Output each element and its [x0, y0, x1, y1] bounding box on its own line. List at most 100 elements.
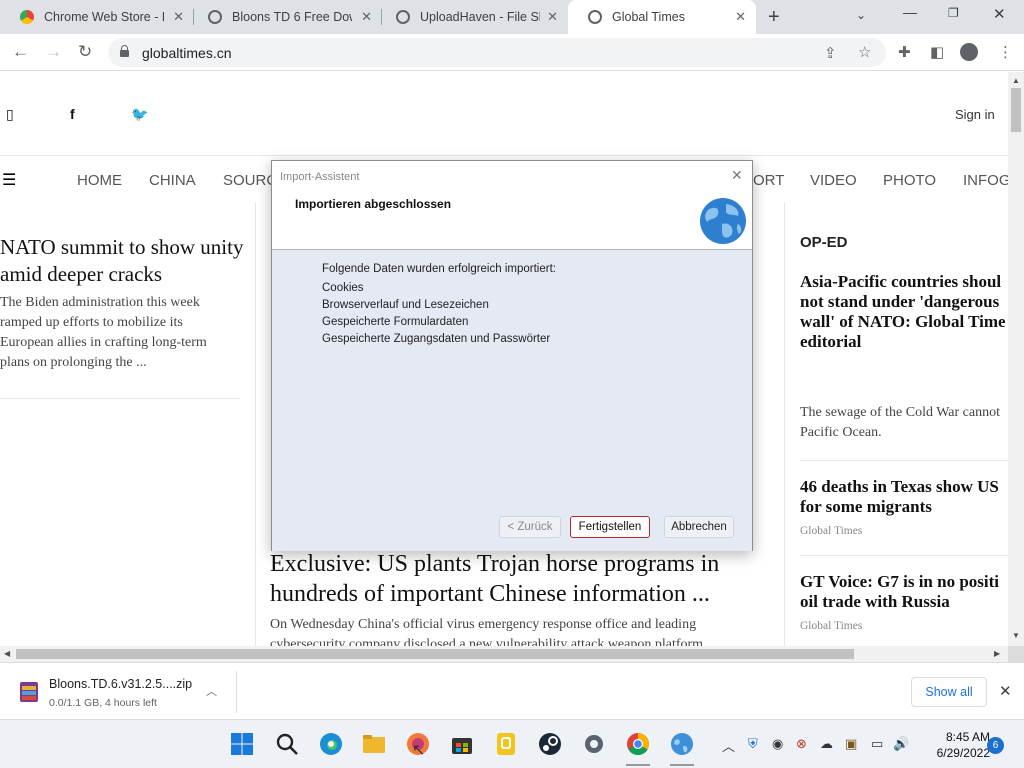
- chrome-web-store-icon: [20, 10, 34, 24]
- volume-icon[interactable]: 🔊: [893, 736, 909, 752]
- reload-button[interactable]: ↻: [78, 42, 92, 62]
- winrar-archive-icon[interactable]: [18, 680, 40, 704]
- tab-bloons[interactable]: Bloons TD 6 Free Down ✕: [188, 0, 382, 34]
- center-headline[interactable]: Exclusive: US plants Trojan horse progra…: [270, 549, 760, 609]
- dialog-body: Folgende Daten wurden erfolgreich import…: [272, 249, 752, 551]
- windows-start-icon[interactable]: [230, 732, 254, 756]
- profile-icon[interactable]: [960, 43, 978, 61]
- scroll-down-icon[interactable]: ▼: [1012, 631, 1020, 640]
- chevron-up-icon[interactable]: ︿: [722, 736, 735, 755]
- tab-search-icon[interactable]: ⌄: [856, 8, 866, 22]
- oped-story-title[interactable]: Asia-Pacific countries shoul not stand u…: [800, 272, 1008, 352]
- cloud-offline-icon[interactable]: ☁: [820, 736, 833, 752]
- sign-in-link[interactable]: Sign in: [955, 107, 995, 122]
- show-all-button[interactable]: Show all: [911, 677, 987, 707]
- close-icon[interactable]: ✕: [361, 9, 372, 25]
- restore-button[interactable]: ❐: [948, 6, 959, 20]
- defender-icon[interactable]: ⛨: [748, 736, 758, 752]
- cancel-button[interactable]: Abbrechen: [664, 516, 734, 538]
- vertical-scroll-thumb[interactable]: [1011, 88, 1021, 132]
- close-icon[interactable]: ✕: [173, 9, 184, 25]
- shield-icon[interactable]: ▣: [845, 736, 857, 752]
- facebook-icon[interactable]: f: [70, 106, 75, 122]
- url-text[interactable]: globaltimes.cn: [142, 45, 232, 61]
- running-indicator: [670, 764, 694, 766]
- security-icon[interactable]: ⊗: [796, 736, 807, 752]
- mouse-cursor-icon: ↖: [412, 742, 426, 759]
- nav-home[interactable]: HOME: [77, 172, 122, 189]
- notification-badge[interactable]: 6: [987, 737, 1004, 754]
- lock-icon[interactable]: [120, 45, 129, 57]
- settings-gear-icon[interactable]: [582, 732, 606, 756]
- oped-story-title[interactable]: GT Voice: G7 is in no positi oil trade w…: [800, 572, 1008, 612]
- tab-global-times[interactable]: Global Times ✕: [568, 0, 756, 34]
- bookmark-star-icon[interactable]: ☆: [858, 43, 871, 61]
- new-tab-button[interactable]: +: [768, 6, 780, 29]
- scroll-up-icon[interactable]: ▲: [1012, 76, 1020, 85]
- side-panel-icon[interactable]: ◧: [930, 43, 944, 61]
- back-button[interactable]: ←: [12, 42, 29, 62]
- nav-china[interactable]: CHINA: [149, 172, 196, 189]
- horizontal-scroll-thumb[interactable]: [16, 649, 854, 659]
- extensions-icon[interactable]: ✚: [898, 43, 911, 61]
- twitter-icon[interactable]: 🐦: [131, 106, 148, 123]
- imported-item: Cookies: [322, 282, 364, 294]
- divider: [800, 460, 1008, 461]
- nav-sport[interactable]: ORT: [753, 172, 784, 189]
- edge-icon[interactable]: [319, 732, 343, 756]
- share-icon[interactable]: ⇪: [824, 44, 837, 62]
- divider: [0, 398, 240, 399]
- clock-date: 6/29/2022: [936, 746, 990, 760]
- vertical-scrollbar[interactable]: ▲ ▼: [1008, 72, 1024, 646]
- steam-icon[interactable]: [538, 732, 562, 756]
- lead-summary: The Biden administration this week rampe…: [0, 295, 207, 370]
- horizontal-scrollbar[interactable]: ◀ ▶: [0, 646, 1008, 662]
- search-icon[interactable]: [275, 732, 299, 756]
- notes-app-icon[interactable]: [494, 732, 518, 756]
- hamburger-menu-icon[interactable]: ☰: [2, 170, 16, 190]
- nav-source[interactable]: SOURC: [223, 172, 277, 189]
- nav-video[interactable]: VIDEO: [810, 172, 857, 189]
- lead-headline[interactable]: NATO summit to show unity amid deeper cr…: [0, 234, 245, 288]
- file-explorer-icon[interactable]: [362, 732, 386, 756]
- scroll-right-icon[interactable]: ▶: [994, 649, 1000, 658]
- oped-story-source: Global Times: [800, 525, 863, 537]
- close-icon[interactable]: ✕: [731, 167, 743, 184]
- tab-title: Bloons TD 6 Free Down: [232, 10, 352, 24]
- site-header: ▯ f 🐦 Sign in: [0, 72, 1008, 156]
- close-icon[interactable]: ✕: [547, 9, 558, 25]
- nav-infographic[interactable]: INFOG: [963, 172, 1008, 189]
- camera-icon[interactable]: ◉: [772, 736, 783, 752]
- scrollbar-corner: [1008, 646, 1024, 662]
- oped-heading: OP-ED: [800, 234, 848, 251]
- tab-uploadhaven[interactable]: UploadHaven - File Sha ✕: [376, 0, 568, 34]
- running-indicator: [626, 764, 650, 766]
- tab-chrome-web-store[interactable]: Chrome Web Store - Ex ✕: [0, 0, 194, 34]
- imported-item: Gespeicherte Zugangsdaten und Passwörter: [322, 333, 551, 345]
- oped-story-title[interactable]: 46 deaths in Texas show US for some migr…: [800, 477, 1008, 517]
- mobile-icon[interactable]: ▯: [6, 106, 14, 123]
- clock[interactable]: 8:45 AM 6/29/2022: [920, 729, 990, 761]
- close-icon[interactable]: ✕: [735, 9, 746, 25]
- center-summary: On Wednesday China's official virus emer…: [270, 617, 704, 646]
- divider: [784, 202, 785, 646]
- network-icon[interactable]: ▭: [871, 736, 883, 752]
- globe-app-icon[interactable]: [670, 732, 694, 756]
- close-window-button[interactable]: ✕: [993, 5, 1006, 23]
- finish-button[interactable]: Fertigstellen: [570, 516, 650, 538]
- forward-button[interactable]: →: [45, 42, 62, 62]
- close-icon[interactable]: ✕: [999, 682, 1012, 700]
- back-button[interactable]: < Zurück: [499, 516, 561, 538]
- minimize-button[interactable]: —: [903, 4, 917, 20]
- tab-title: Chrome Web Store - Ex: [44, 10, 164, 24]
- download-filename[interactable]: Bloons.TD.6.v31.2.5....zip: [49, 677, 192, 691]
- store-icon[interactable]: [450, 732, 474, 756]
- globe-icon: [396, 10, 410, 24]
- import-wizard-dialog: Import-Assistent ✕ Importieren abgeschlo…: [271, 160, 753, 551]
- chrome-icon[interactable]: [626, 732, 650, 756]
- menu-kebab-icon[interactable]: ⋮: [998, 43, 1013, 61]
- chevron-up-icon[interactable]: ︿: [206, 683, 217, 699]
- address-bar[interactable]: globaltimes.cn ⇪ ☆: [108, 38, 886, 67]
- scroll-left-icon[interactable]: ◀: [4, 649, 10, 658]
- nav-photo[interactable]: PHOTO: [883, 172, 936, 189]
